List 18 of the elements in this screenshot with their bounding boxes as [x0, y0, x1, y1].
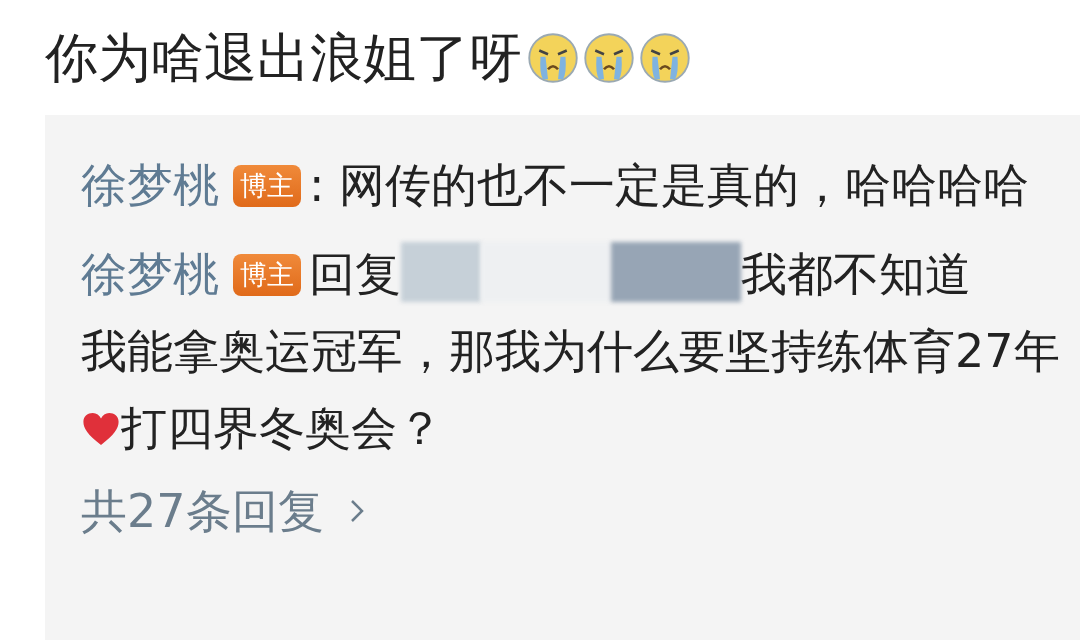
author-badge: 博主: [233, 165, 301, 207]
reply-text: 27年: [955, 324, 1060, 378]
author-name[interactable]: 徐梦桃: [81, 158, 219, 212]
heart-icon: [83, 413, 119, 446]
reply-text: 我能拿奥运冠军，那我为什么要坚持练体育: [81, 324, 955, 378]
crying-emoji-icon: [640, 32, 690, 83]
reply-text: 哈哈: [937, 158, 1030, 212]
author-name[interactable]: 徐梦桃: [81, 247, 219, 301]
crying-emoji-icon: [584, 32, 634, 83]
comment-text: 你为啥退出浪姐了呀: [45, 25, 522, 90]
author-badge: 博主: [233, 254, 301, 296]
more-replies-link[interactable]: 共27条回复: [81, 481, 324, 541]
chevron-right-icon: [349, 498, 364, 524]
crying-emoji-icon: [528, 32, 578, 83]
reply-text: 打四界冬奥会？: [121, 401, 443, 455]
reply-text: 我都不知道: [741, 247, 971, 301]
reply-text: 回复: [309, 247, 401, 301]
reply-text: : 网传的也不一定是真的，哈哈: [309, 158, 938, 212]
